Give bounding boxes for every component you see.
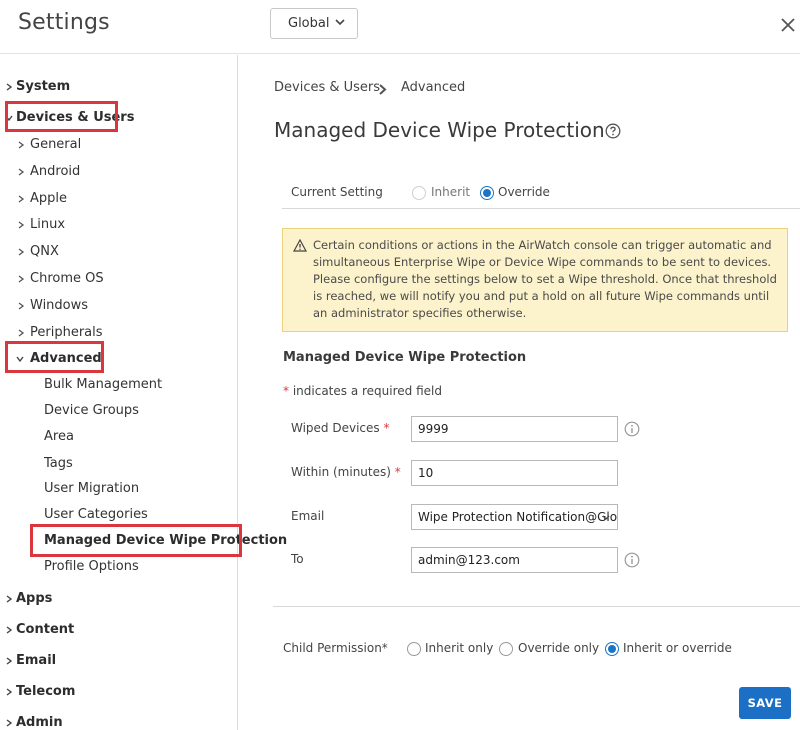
inherit-only-radio[interactable] bbox=[407, 642, 421, 656]
within-minutes-label: Within (minutes) * bbox=[291, 465, 401, 479]
chevron-right-icon bbox=[18, 329, 25, 337]
scope-dropdown[interactable]: Global bbox=[270, 8, 358, 39]
to-label: To bbox=[291, 552, 304, 566]
scope-dropdown-label: Global bbox=[288, 16, 330, 31]
wiped-devices-label: Wiped Devices * bbox=[291, 421, 390, 435]
current-setting-label: Current Setting bbox=[291, 185, 383, 199]
override-only-label: Override only bbox=[518, 641, 600, 655]
inherit-or-override-label: Inherit or override bbox=[623, 641, 732, 655]
sidebar-item-linux[interactable]: Linux bbox=[30, 217, 65, 232]
chevron-right-icon bbox=[18, 221, 25, 229]
highlight-box-devices-users bbox=[5, 101, 118, 132]
inherit-or-override-radio[interactable] bbox=[605, 642, 619, 656]
chevron-right-icon bbox=[18, 141, 25, 149]
settings-title: Settings bbox=[18, 10, 110, 35]
chevron-right-icon bbox=[6, 657, 13, 665]
settings-header: Settings Global bbox=[0, 0, 800, 54]
chevron-right-icon bbox=[6, 83, 13, 91]
sidebar-item-android[interactable]: Android bbox=[30, 164, 80, 179]
child-permission-label: Child Permission* bbox=[283, 641, 388, 655]
info-icon[interactable] bbox=[624, 421, 640, 437]
save-button[interactable]: SAVE bbox=[739, 687, 791, 719]
sidebar-item-tags[interactable]: Tags bbox=[44, 456, 73, 471]
chevron-right-icon bbox=[6, 626, 13, 634]
chevron-right-icon bbox=[18, 168, 25, 176]
email-label: Email bbox=[291, 509, 325, 523]
highlight-box-wipe-protection bbox=[30, 524, 242, 557]
inherit-radio[interactable] bbox=[412, 186, 426, 200]
chevron-right-icon bbox=[6, 688, 13, 696]
highlight-box-advanced bbox=[5, 341, 104, 373]
page-title: Managed Device Wipe Protection bbox=[274, 118, 605, 142]
sidebar-item-qnx[interactable]: QNX bbox=[30, 244, 59, 259]
sidebar-item-windows[interactable]: Windows bbox=[30, 298, 88, 313]
divider bbox=[282, 208, 800, 209]
breadcrumb: Devices & Users bbox=[274, 80, 380, 95]
chevron-right-icon bbox=[18, 248, 25, 256]
main-panel: Devices & Users Advanced Managed Device … bbox=[239, 55, 800, 730]
required-note: * indicates a required field bbox=[283, 384, 442, 398]
inherit-only-label: Inherit only bbox=[425, 641, 494, 655]
info-icon[interactable] bbox=[624, 552, 640, 568]
inherit-radio-label: Inherit bbox=[431, 185, 471, 199]
sidebar-item-user-categories[interactable]: User Categories bbox=[44, 507, 148, 522]
settings-sidebar: System Devices & Users General Android A… bbox=[0, 55, 287, 730]
sidebar-item-apple[interactable]: Apple bbox=[30, 191, 67, 206]
chevron-down-icon bbox=[335, 19, 345, 26]
warning-banner: Certain conditions or actions in the Air… bbox=[282, 228, 788, 332]
email-select[interactable]: Wipe Protection Notification@Glo bbox=[411, 504, 618, 530]
wiped-devices-input[interactable]: 9999 bbox=[411, 416, 618, 442]
sidebar-item-system[interactable]: System bbox=[16, 79, 70, 94]
override-radio[interactable] bbox=[480, 186, 494, 200]
sidebar-item-user-migration[interactable]: User Migration bbox=[44, 481, 139, 496]
override-radio-label: Override bbox=[498, 185, 550, 199]
sidebar-item-profile-options[interactable]: Profile Options bbox=[44, 559, 139, 574]
email-select-value: Wipe Protection Notification@Glo bbox=[418, 510, 618, 524]
chevron-right-icon bbox=[6, 719, 13, 727]
sidebar-item-email[interactable]: Email bbox=[16, 653, 56, 668]
sidebar-item-apps[interactable]: Apps bbox=[16, 591, 52, 606]
chevron-right-icon bbox=[18, 195, 25, 203]
required-note-text: indicates a required field bbox=[292, 384, 442, 398]
sidebar-item-area[interactable]: Area bbox=[44, 429, 74, 444]
sidebar-item-chrome-os[interactable]: Chrome OS bbox=[30, 271, 104, 286]
sidebar-item-telecom[interactable]: Telecom bbox=[16, 684, 75, 699]
chevron-right-icon bbox=[379, 84, 387, 95]
sidebar-item-peripherals[interactable]: Peripherals bbox=[30, 325, 103, 340]
chevron-right-icon bbox=[18, 275, 25, 283]
section-title: Managed Device Wipe Protection bbox=[283, 350, 527, 365]
sidebar-item-admin[interactable]: Admin bbox=[16, 715, 63, 730]
chevron-right-icon bbox=[18, 302, 25, 310]
chevron-right-icon bbox=[6, 595, 13, 603]
close-icon[interactable] bbox=[779, 16, 797, 34]
warning-text: Certain conditions or actions in the Air… bbox=[313, 238, 777, 320]
help-icon[interactable] bbox=[605, 123, 621, 139]
chevron-down-icon bbox=[602, 515, 610, 520]
sidebar-item-device-groups[interactable]: Device Groups bbox=[44, 403, 139, 418]
breadcrumb-parent[interactable]: Devices & Users bbox=[274, 80, 380, 95]
divider bbox=[273, 606, 800, 607]
breadcrumb-current: Advanced bbox=[401, 80, 466, 95]
warning-icon bbox=[293, 239, 307, 252]
sidebar-item-general[interactable]: General bbox=[30, 137, 81, 152]
within-minutes-input[interactable]: 10 bbox=[411, 460, 618, 486]
sidebar-item-content[interactable]: Content bbox=[16, 622, 74, 637]
override-only-radio[interactable] bbox=[499, 642, 513, 656]
required-asterisk: * bbox=[283, 384, 289, 398]
sidebar-item-bulk-management[interactable]: Bulk Management bbox=[44, 377, 162, 392]
to-input[interactable]: admin@123.com bbox=[411, 547, 618, 573]
